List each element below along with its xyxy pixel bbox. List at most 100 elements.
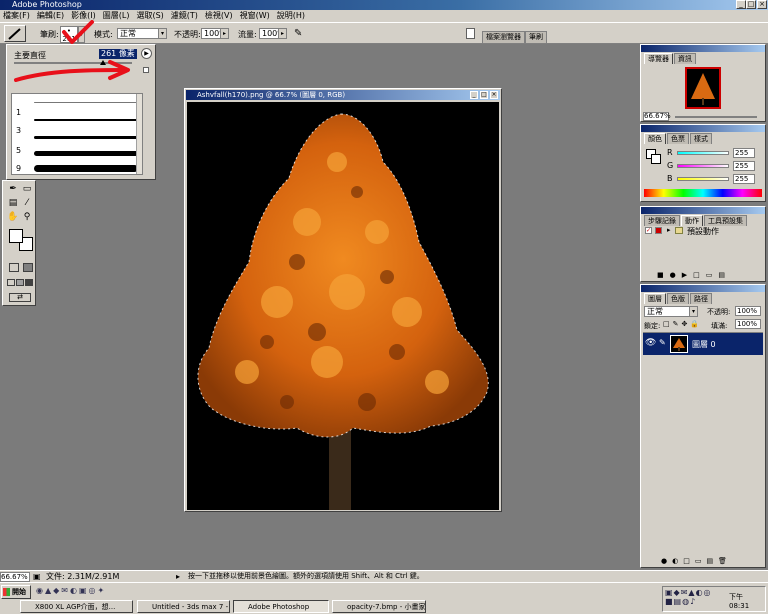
palette-tab-file-browser[interactable]: 檔案瀏覽器 (482, 31, 525, 43)
tab-channels[interactable]: 色版 (667, 293, 689, 304)
doc-maximize-button[interactable]: □ (480, 91, 488, 99)
navigator-panel: 導覽器 資訊 66.67% (640, 44, 766, 122)
brush-list-scrollbar[interactable] (136, 94, 142, 174)
brush-link-icon[interactable]: ✎ (659, 338, 666, 347)
tab-styles[interactable]: 樣式 (690, 133, 712, 144)
brush-stroke-preview[interactable] (34, 102, 138, 103)
opacity-field[interactable]: 100% ▸ (201, 28, 229, 39)
close-button[interactable]: × (757, 0, 767, 9)
taskbar-button-3dsmax[interactable]: Untitled - 3ds max 7 - Sta... (137, 600, 230, 613)
green-value-field[interactable]: 255 (733, 161, 755, 171)
screen-mode-standard-icon[interactable] (7, 279, 15, 286)
brush-preset-list[interactable]: 1 3 5 9 (11, 93, 143, 175)
maximize-button[interactable]: □ (746, 0, 756, 9)
panel-title-bar[interactable] (641, 125, 765, 132)
menu-view[interactable]: 檢視(V) (205, 10, 233, 22)
tab-navigator[interactable]: 導覽器 (644, 53, 673, 64)
doc-close-button[interactable]: × (490, 91, 498, 99)
document-info-icon[interactable]: ▣ (33, 571, 41, 582)
menu-help[interactable]: 說明(H) (277, 10, 305, 22)
checkbox-icon[interactable]: ✓ (645, 227, 652, 234)
navigator-zoom-slider[interactable] (675, 116, 757, 118)
menu-layer[interactable]: 圖層(L) (103, 10, 130, 22)
taskbar-button-photoshop[interactable]: Adobe Photoshop (233, 600, 329, 613)
flow-field[interactable]: 100% ▸ (259, 28, 287, 39)
layer-fill-field[interactable]: 100% (735, 319, 761, 329)
layers-footer-buttons[interactable]: ●◐□▭▤🗑 (661, 557, 732, 565)
eye-icon[interactable]: 👁 (645, 338, 656, 348)
airbrush-icon[interactable]: ✎ (294, 28, 308, 40)
tab-paths[interactable]: 路徑 (690, 293, 712, 304)
quick-mask-icon[interactable] (23, 263, 33, 272)
tab-color[interactable]: 顏色 (644, 133, 666, 144)
tab-history[interactable]: 步驟記錄 (644, 215, 680, 226)
expand-icon[interactable]: ▸ (667, 226, 671, 234)
status-zoom[interactable]: 66.67% (0, 572, 30, 582)
red-value-field[interactable]: 255 (733, 148, 755, 158)
navigator-zoom[interactable]: 66.67% (643, 112, 671, 121)
bg-color-swatch[interactable] (651, 154, 661, 164)
document-icon[interactable] (466, 28, 475, 39)
green-channel-slider[interactable] (677, 164, 729, 168)
dialog-toggle-icon[interactable] (655, 227, 662, 234)
zoom-tool-icon[interactable]: ⚲ (21, 211, 33, 223)
panel-title-bar[interactable] (641, 285, 765, 292)
menu-window[interactable]: 視窗(W) (240, 10, 270, 22)
brush-menu-button[interactable]: ▶ (141, 48, 152, 59)
document-title-bar[interactable]: Ashvfall(h170).png @ 66.7% (圖層 0, RGB) _… (186, 90, 500, 100)
history-panel: 步驟記錄 動作 工具預設集 ✓ ▸ 預設動作 ■●▶□▭▤ (640, 206, 766, 282)
menu-file[interactable]: 檔案(F) (3, 10, 30, 22)
tab-swatches[interactable]: 色票 (667, 133, 689, 144)
tab-layers[interactable]: 圖層 (644, 293, 666, 304)
panel-title-bar[interactable] (641, 45, 765, 52)
menu-filter[interactable]: 濾鏡(T) (171, 10, 198, 22)
brush-stroke-preview[interactable] (34, 136, 138, 139)
red-channel-slider[interactable] (677, 151, 729, 155)
foreground-color-swatch[interactable] (9, 229, 23, 243)
screen-mode-full-icon[interactable] (25, 279, 33, 286)
standard-mode-icon[interactable] (9, 263, 19, 272)
brush-tool-icon (8, 28, 21, 40)
notes-tool-icon[interactable]: ▤ (7, 197, 19, 209)
layer-name[interactable]: 圖層 0 (692, 339, 716, 350)
lock-options-icons[interactable]: □✎✥🔒 (663, 320, 702, 328)
layer-row[interactable]: 👁 ✎ 圖層 0 (643, 333, 763, 355)
blue-value-field[interactable]: 255 (733, 174, 755, 184)
quick-launch-icons[interactable]: ◉▲◆✉◐▣◎✦ (36, 586, 136, 598)
new-preset-icon[interactable] (143, 67, 149, 73)
actions-footer-buttons[interactable]: ■●▶□▭▤ (657, 271, 731, 279)
layer-opacity-field[interactable]: 100% (735, 306, 761, 316)
triangle-right-icon[interactable]: ▸ (176, 571, 180, 582)
doc-minimize-button[interactable]: _ (470, 91, 478, 99)
tool-preset-picker[interactable] (4, 25, 26, 42)
tab-actions[interactable]: 動作 (681, 215, 703, 226)
image-canvas[interactable] (187, 102, 499, 510)
palette-tab-brushes[interactable]: 筆刷 (525, 31, 547, 43)
eyedropper-tool-icon[interactable]: ⁄ (21, 197, 33, 209)
tab-info[interactable]: 資訊 (674, 53, 696, 64)
start-button[interactable]: 開始 (1, 585, 31, 599)
hand-tool-icon[interactable]: ✋ (7, 211, 19, 223)
mode-select[interactable]: 正常 ▾ (117, 28, 167, 39)
tray-icons[interactable]: ▣◆✉▲◐◎ ■▤◍♪ (665, 588, 712, 606)
minimize-button[interactable]: _ (736, 0, 746, 9)
blue-channel-slider[interactable] (677, 177, 729, 181)
jump-to-imageready-icon[interactable]: ⇄ (9, 293, 31, 302)
taskbar-button-x800[interactable]: X800 XL AGP介面，想... (20, 600, 133, 613)
pen-tool-icon[interactable]: ✒ (7, 183, 19, 195)
brush-stroke-preview[interactable] (34, 165, 138, 172)
taskbar-button-paint[interactable]: opacity-7.bmp - 小畫家 (332, 600, 426, 613)
navigator-thumbnail[interactable] (685, 67, 721, 109)
panel-title-bar[interactable] (641, 207, 765, 214)
menu-select[interactable]: 選取(S) (136, 10, 163, 22)
status-bar: 66.67% ▣ 文件: 2.31M/2.91M ▸ 按一下並拖移以使用前景色繪… (0, 570, 768, 582)
brush-stroke-preview[interactable] (34, 151, 138, 156)
action-set-label[interactable]: 預設動作 (687, 226, 719, 237)
color-spectrum-ramp[interactable] (644, 189, 762, 197)
clock[interactable]: 下午 08:31 (729, 592, 765, 610)
layer-blend-mode-select[interactable]: 正常 ▾ (644, 306, 698, 317)
tab-tool-presets[interactable]: 工具預設集 (704, 215, 747, 226)
screen-mode-full-menu-icon[interactable] (16, 279, 24, 286)
brush-stroke-preview[interactable] (34, 119, 138, 121)
shape-tool-icon[interactable]: ▭ (21, 183, 33, 195)
